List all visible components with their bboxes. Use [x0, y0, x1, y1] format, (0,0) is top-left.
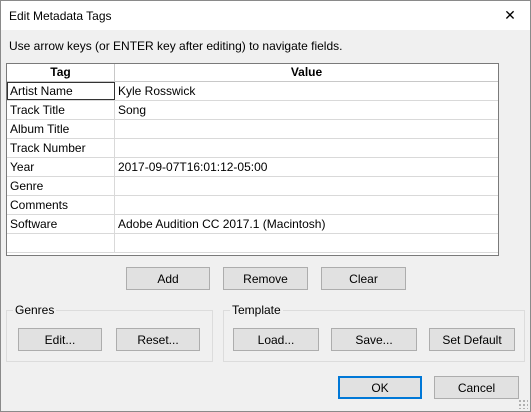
ok-button[interactable]: OK [338, 376, 422, 399]
title-bar: Edit Metadata Tags ✕ [1, 1, 530, 30]
table-row[interactable]: Genre [7, 177, 498, 196]
table-row[interactable]: Artist Name Kyle Rosswick [7, 82, 498, 101]
value-cell[interactable] [115, 120, 498, 138]
genres-group-label: Genres [13, 303, 57, 317]
add-button[interactable]: Add [126, 267, 210, 290]
value-cell[interactable] [115, 139, 498, 157]
template-set-default-button[interactable]: Set Default [429, 328, 515, 351]
value-cell[interactable]: 2017-09-07T16:01:12-05:00 [115, 158, 498, 176]
tag-cell[interactable]: Artist Name [7, 82, 115, 100]
template-save-button[interactable]: Save... [331, 328, 417, 351]
window-title: Edit Metadata Tags [9, 9, 112, 23]
column-header-tag[interactable]: Tag [7, 64, 115, 82]
value-cell[interactable]: Song [115, 101, 498, 119]
clear-button[interactable]: Clear [321, 267, 406, 290]
table-row[interactable]: Track Number [7, 139, 498, 158]
remove-button[interactable]: Remove [223, 267, 308, 290]
tag-cell[interactable]: Genre [7, 177, 115, 195]
table-row[interactable]: Comments [7, 196, 498, 215]
metadata-table: Tag Value Artist Name Kyle Rosswick Trac… [6, 63, 499, 256]
table-row[interactable] [7, 234, 498, 253]
genres-reset-button[interactable]: Reset... [116, 328, 200, 351]
value-cell[interactable]: Adobe Audition CC 2017.1 (Macintosh) [115, 215, 498, 233]
tag-cell[interactable]: Track Number [7, 139, 115, 157]
tag-cell[interactable]: Year [7, 158, 115, 176]
value-cell[interactable]: Kyle Rosswick [115, 82, 498, 100]
close-icon[interactable]: ✕ [490, 1, 530, 30]
table-row[interactable]: Software Adobe Audition CC 2017.1 (Macin… [7, 215, 498, 234]
edit-metadata-dialog: Edit Metadata Tags ✕ Use arrow keys (or … [0, 0, 531, 412]
genres-edit-button[interactable]: Edit... [18, 328, 102, 351]
tag-cell[interactable]: Software [7, 215, 115, 233]
template-group-label: Template [230, 303, 283, 317]
cancel-button[interactable]: Cancel [434, 376, 519, 399]
template-load-button[interactable]: Load... [233, 328, 319, 351]
value-cell[interactable] [115, 177, 498, 195]
table-row[interactable]: Album Title [7, 120, 498, 139]
resize-grip-icon[interactable] [518, 399, 528, 409]
instructions-text: Use arrow keys (or ENTER key after editi… [9, 39, 343, 53]
value-cell[interactable] [115, 234, 498, 252]
value-cell[interactable] [115, 196, 498, 214]
tag-cell[interactable]: Comments [7, 196, 115, 214]
column-header-value[interactable]: Value [115, 64, 498, 82]
table-row[interactable]: Year 2017-09-07T16:01:12-05:00 [7, 158, 498, 177]
tag-cell[interactable] [7, 234, 115, 252]
table-row[interactable]: Track Title Song [7, 101, 498, 120]
tag-cell[interactable]: Track Title [7, 101, 115, 119]
tag-cell[interactable]: Album Title [7, 120, 115, 138]
